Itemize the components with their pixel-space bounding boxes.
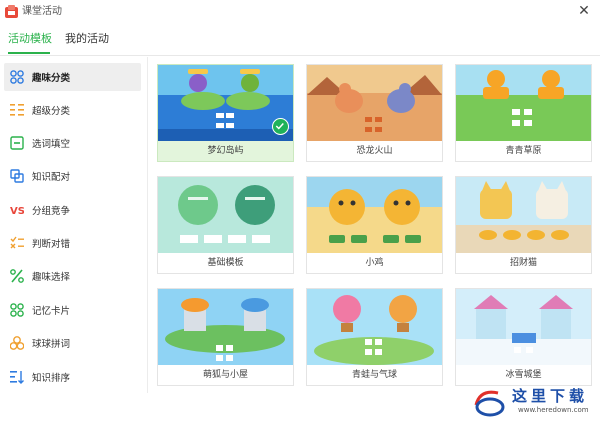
fox-house-thumbnail (158, 289, 293, 365)
sidebar-item-label: 判断对错 (32, 239, 71, 250)
template-card-lucky-cat[interactable]: 招财猫 (455, 176, 592, 274)
sidebar-item-fun-classify[interactable]: 趣味分类 (4, 63, 141, 91)
tab-bar: 活动模板 我的活动 (0, 24, 600, 56)
template-card-dino-volcano[interactable]: 恐龙火山 (306, 64, 443, 162)
green-grassland-thumbnail (456, 65, 591, 141)
sidebar-item-memory-card[interactable]: 记忆卡片 (4, 296, 141, 324)
template-card-basic[interactable]: 基础模板 (157, 176, 294, 274)
ice-castle-thumbnail (456, 289, 591, 365)
tab-activity-templates[interactable]: 活动模板 (8, 32, 52, 46)
activity-window: 课堂活动 ✕ 活动模板 我的活动 趣味分类 超级分类 选词填空 知识配对 VS … (0, 0, 600, 423)
sidebar-item-knowledge-sort[interactable]: 知识排序 (4, 363, 141, 391)
close-button[interactable]: ✕ (576, 3, 592, 19)
template-card-label: 基础模板 (207, 258, 244, 268)
sidebar-item-ball-words[interactable]: 球球拼词 (4, 329, 141, 357)
sidebar-item-label: 趣味选择 (32, 272, 71, 283)
template-card-label: 萌狐与小屋 (202, 370, 248, 380)
template-grid: 梦幻岛屿 恐龙火山 青青草原 基础模板 小鸡 招财猫 萌狐与小屋 青蛙与气球 冰… (149, 57, 600, 393)
template-card-label: 青蛙与气球 (351, 370, 397, 380)
sidebar-item-label: 趣味分类 (32, 73, 71, 84)
balls-icon (10, 336, 24, 350)
template-card-green-grassland[interactable]: 青青草原 (455, 64, 592, 162)
sidebar-item-label: 选词填空 (32, 139, 71, 150)
active-tab-indicator (8, 52, 50, 54)
app-logo-icon (5, 5, 18, 18)
sidebar-item-label: 知识配对 (32, 172, 71, 183)
watermark-url: www.heredown.com (518, 406, 589, 414)
selected-check-icon (272, 118, 289, 135)
template-card-label: 恐龙火山 (356, 146, 393, 156)
sidebar-item-fun-choice[interactable]: 趣味选择 (4, 262, 141, 290)
true-false-icon (10, 236, 24, 249)
watermark-text: 这里下载 (512, 387, 589, 405)
template-card-dream-island[interactable]: 梦幻岛屿 (157, 64, 294, 162)
sidebar-item-super-classify[interactable]: 超级分类 (4, 96, 141, 124)
sidebar-item-knowledge-pair[interactable]: 知识配对 (4, 162, 141, 190)
sidebar-item-fill-blank[interactable]: 选词填空 (4, 129, 141, 157)
sidebar-item-group-compete[interactable]: VS 分组竞争 (4, 196, 141, 224)
window-title: 课堂活动 (22, 6, 62, 17)
sidebar-item-label: 知识排序 (32, 373, 71, 384)
category-sidebar: 趣味分类 超级分类 选词填空 知识配对 VS 分组竞争 判断对错 趣味选择 记忆… (0, 57, 148, 393)
sidebar-item-label: 球球拼词 (32, 339, 71, 350)
grid-icon (10, 70, 24, 84)
sidebar-item-label: 记忆卡片 (32, 306, 71, 317)
svg-text:VS: VS (10, 206, 24, 217)
chick-thumbnail (307, 177, 442, 253)
fill-blank-icon (10, 136, 24, 150)
memory-card-icon (10, 303, 24, 317)
sidebar-item-true-false[interactable]: 判断对错 (4, 229, 141, 257)
frog-balloon-thumbnail (307, 289, 442, 365)
sort-icon (10, 371, 24, 384)
sidebar-item-label: 分组竞争 (32, 206, 71, 217)
percent-icon (10, 269, 24, 283)
watermark-logo-icon (474, 390, 505, 417)
pair-icon (10, 169, 24, 183)
template-card-label: 冰雪城堡 (505, 370, 542, 380)
sidebar-item-label: 超级分类 (32, 106, 71, 117)
list-split-icon (10, 104, 24, 116)
template-card-label: 小鸡 (365, 258, 384, 268)
template-card-chick[interactable]: 小鸡 (306, 176, 443, 274)
title-bar: 课堂活动 ✕ (0, 0, 600, 24)
site-watermark: 这里下载 www.heredown.com (466, 383, 596, 421)
template-card-frog-balloon[interactable]: 青蛙与气球 (306, 288, 443, 386)
tab-my-activities[interactable]: 我的活动 (65, 32, 109, 46)
template-card-fox-house[interactable]: 萌狐与小屋 (157, 288, 294, 386)
basic-template-thumbnail (158, 177, 293, 253)
content-scrollbar[interactable] (594, 57, 600, 393)
template-card-ice-castle[interactable]: 冰雪城堡 (455, 288, 592, 386)
template-card-label: 青青草原 (505, 146, 542, 156)
vs-icon: VS (10, 206, 24, 217)
dino-volcano-thumbnail (307, 65, 442, 141)
lucky-cat-thumbnail (456, 177, 591, 253)
template-card-label: 招财猫 (509, 258, 537, 268)
template-card-label: 梦幻岛屿 (207, 146, 244, 156)
